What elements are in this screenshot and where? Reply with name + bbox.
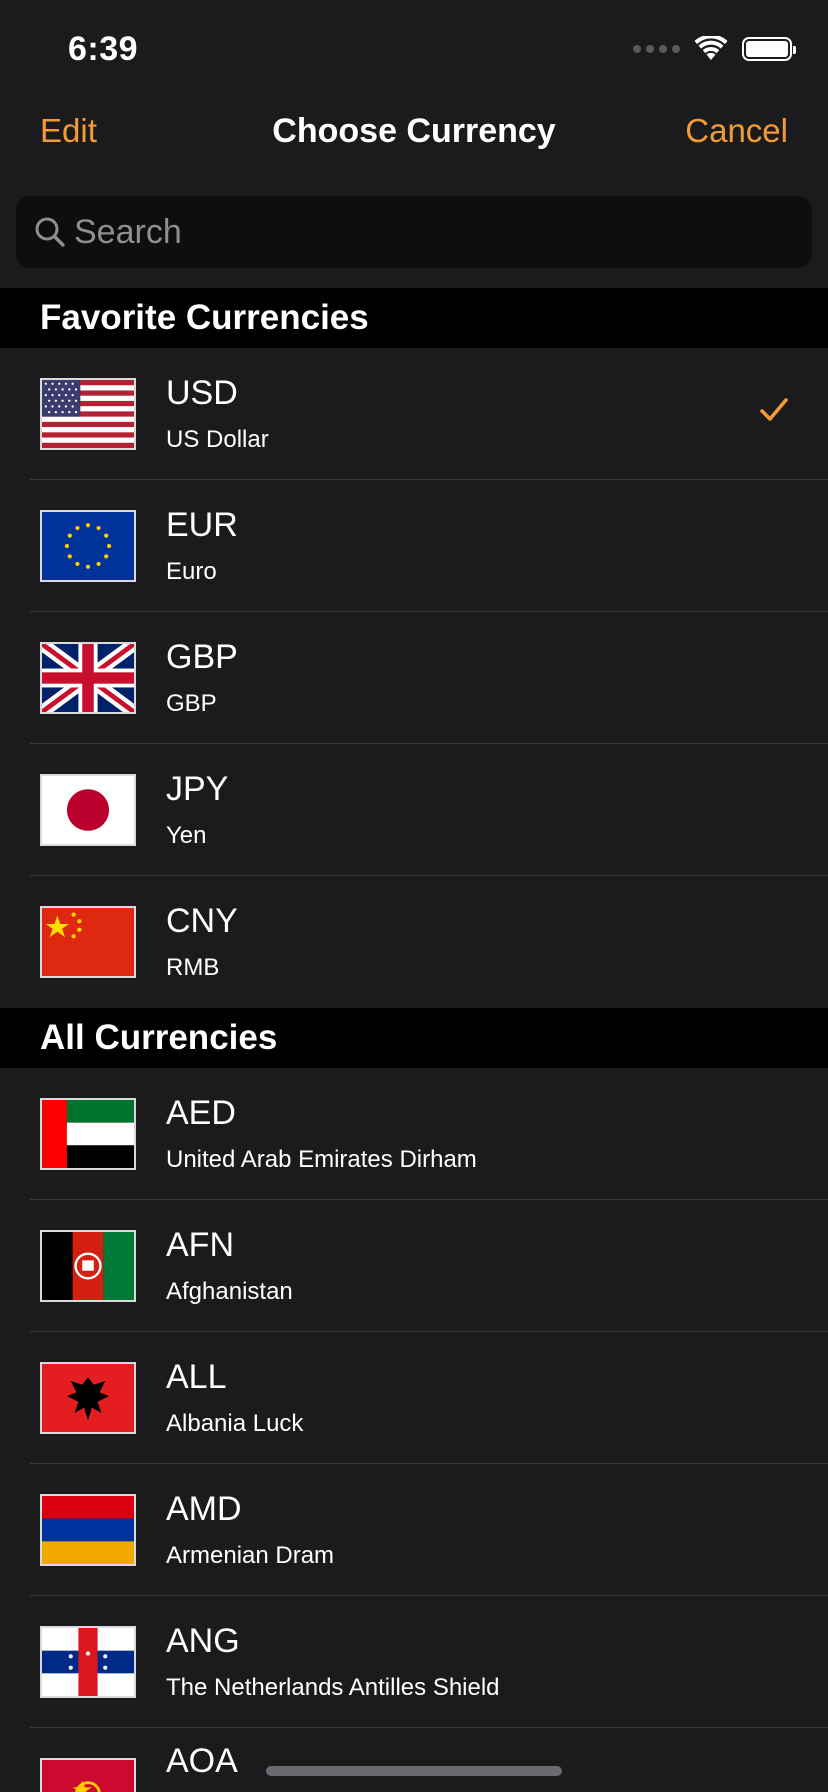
currency-code: AMD bbox=[166, 1490, 242, 1528]
list-item[interactable]: EUR Euro bbox=[0, 480, 828, 612]
currency-code: JPY bbox=[166, 770, 229, 808]
cellular-signal-icon bbox=[633, 45, 680, 53]
flag-am-icon bbox=[40, 1494, 136, 1566]
flag-af-icon bbox=[40, 1230, 136, 1302]
currency-code: AFN bbox=[166, 1226, 234, 1264]
search-field-container[interactable] bbox=[16, 196, 812, 268]
battery-icon bbox=[742, 37, 796, 61]
currency-name: Afghanistan bbox=[166, 1278, 293, 1305]
flag-al-icon bbox=[40, 1362, 136, 1434]
currency-name: Albania Luck bbox=[166, 1410, 304, 1437]
currency-code: AOA bbox=[166, 1742, 238, 1780]
checkmark-icon bbox=[760, 398, 788, 421]
list-item[interactable]: ANG The Netherlands Antilles Shield bbox=[0, 1596, 828, 1728]
list-item[interactable]: USD US Dollar bbox=[0, 348, 828, 480]
currency-name: US Dollar bbox=[166, 426, 269, 453]
home-indicator bbox=[266, 1766, 562, 1776]
currency-name: The Netherlands Antilles Shield bbox=[166, 1674, 500, 1701]
list-item[interactable]: AOA bbox=[0, 1728, 828, 1792]
wifi-icon bbox=[694, 36, 728, 60]
list-item[interactable]: JPY Yen bbox=[0, 744, 828, 876]
currency-name: RMB bbox=[166, 954, 220, 981]
list-item[interactable]: AMD Armenian Dram bbox=[0, 1464, 828, 1596]
list-item[interactable]: AED United Arab Emirates Dirham bbox=[0, 1068, 828, 1200]
section-header-all: All Currencies bbox=[0, 1008, 828, 1068]
flag-jp-icon bbox=[40, 774, 136, 846]
cancel-button[interactable]: Cancel bbox=[685, 112, 788, 150]
status-icons bbox=[633, 36, 796, 62]
currency-code: ALL bbox=[166, 1358, 227, 1396]
status-bar: 6:39 bbox=[0, 0, 828, 90]
currency-code: AED bbox=[166, 1094, 236, 1132]
currency-code: CNY bbox=[166, 902, 238, 940]
currency-code: ANG bbox=[166, 1622, 240, 1660]
list-item[interactable]: ALL Albania Luck bbox=[0, 1332, 828, 1464]
flag-cn-icon bbox=[40, 906, 136, 978]
flag-gb-icon bbox=[40, 642, 136, 714]
search-icon bbox=[35, 217, 65, 247]
currency-name: Euro bbox=[166, 558, 217, 585]
search-input[interactable] bbox=[74, 196, 794, 268]
flag-an-icon bbox=[40, 1626, 136, 1698]
navigation-bar: Edit Choose Currency Cancel bbox=[0, 90, 828, 176]
status-time: 6:39 bbox=[68, 30, 139, 68]
flag-ae-icon bbox=[40, 1098, 136, 1170]
currency-code: EUR bbox=[166, 506, 238, 544]
flag-eu-icon bbox=[40, 510, 136, 582]
currency-name: GBP bbox=[166, 690, 217, 717]
currency-name: Armenian Dram bbox=[166, 1542, 335, 1569]
search-bar bbox=[0, 176, 828, 288]
flag-ao-icon bbox=[40, 1758, 136, 1792]
list-item[interactable]: AFN Afghanistan bbox=[0, 1200, 828, 1332]
currency-code: USD bbox=[166, 374, 238, 412]
section-title: Favorite Currencies bbox=[40, 298, 369, 337]
currency-code: GBP bbox=[166, 638, 238, 676]
list-item[interactable]: GBP GBP bbox=[0, 612, 828, 744]
list-item[interactable]: CNY RMB bbox=[0, 876, 828, 1008]
section-title: All Currencies bbox=[40, 1018, 278, 1057]
section-header-favorites: Favorite Currencies bbox=[0, 288, 828, 348]
flag-us-icon bbox=[40, 378, 136, 450]
currency-name: Yen bbox=[166, 822, 207, 849]
currency-name: United Arab Emirates Dirham bbox=[166, 1146, 477, 1173]
